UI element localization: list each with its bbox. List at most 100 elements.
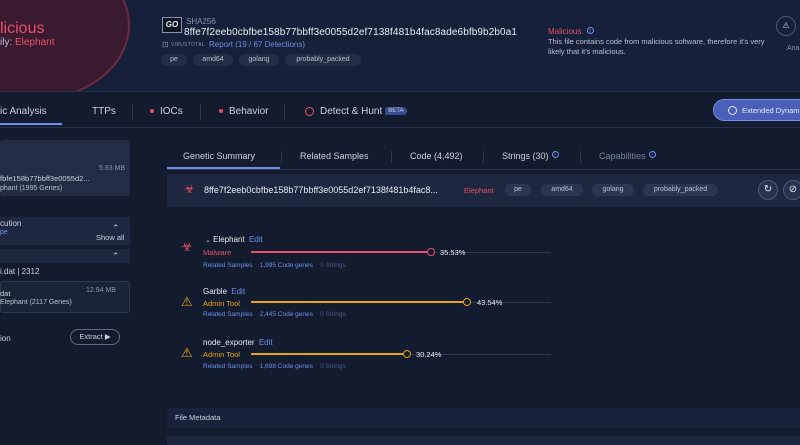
info-icon[interactable]: i [551,151,559,158]
virustotal-label: VIRUSTOTAL [171,42,205,48]
code-genes-link[interactable]: 1,698 Code genes [260,363,313,370]
sha256-value[interactable]: 8ffe7f2eeb0cbfbe158b77bbff3e0055d2ef7138… [184,27,517,38]
refresh-icon[interactable]: ↻ [758,180,778,200]
gene-edit-link[interactable]: Edit [259,338,273,347]
gene-type: Malware [203,248,232,257]
dat-file-row[interactable]: i.dat | 2312 [0,267,39,276]
sample-family: Elephant [464,186,494,195]
virustotal-report-link[interactable]: Report (19 / 67 Detections) [209,40,305,49]
subtab-divider [483,151,484,163]
execution-label: cution [0,219,22,228]
header-tag-probably-packed[interactable]: probably_packed [285,54,361,66]
dat-file-genes: Elephant (2117 Genes) [0,299,72,306]
tab-detect-hunt[interactable]: Detect & Hunt BETA [305,106,408,117]
header-tag-amd64[interactable]: amd64 [193,54,233,66]
info-icon[interactable]: i [648,151,656,158]
extract-button-label: Extract [79,332,103,341]
active-tab-indicator [0,123,62,125]
family-name: Elephant [15,37,55,48]
target-icon [305,106,314,116]
warning-icon: ⚠ [181,345,193,360]
gene-meta: Related Samples 2,445 Code genes 0 Strin… [203,311,346,318]
subtab-strings-label: Strings (30) [502,151,549,161]
related-samples-link[interactable]: Related Samples [203,311,253,318]
chevron-down-icon[interactable]: ⌄ [205,237,211,244]
show-all-link[interactable]: Show all [96,233,124,242]
sample-tag-pe[interactable]: pe [505,184,531,196]
analysis-warning-icon[interactable]: ⚠ [776,16,796,36]
gene-fill [251,301,464,303]
root-file-genes: phant (1995 Genes) [0,185,63,192]
tab-iocs-label: IOCs [160,106,183,117]
file-metadata-section[interactable] [167,408,800,428]
tab-detect-label: Detect & Hunt [320,106,383,117]
malicious-description: This file contains code from malicious s… [548,37,765,56]
gene-type: Admin Tool [203,350,240,359]
sample-tag-golang[interactable]: golang [592,184,634,196]
dropped-files-group[interactable] [0,249,130,263]
gene-name-row: ⌄ Elephant Edit [205,235,263,244]
gene-knob[interactable] [403,350,411,358]
gene-meta: Related Samples 1,698 Code genes 0 Strin… [203,363,346,370]
analysis-action-label[interactable]: Ana [787,45,799,52]
golang-logo-icon: GO [162,17,182,33]
gene-name: node_exporter [203,338,255,347]
strings-link[interactable]: 0 Strings [320,311,346,318]
gene-knob[interactable] [463,298,471,306]
extract-button[interactable]: Extract ▶ [70,329,120,345]
related-samples-link[interactable]: Related Samples [203,363,253,370]
block-icon[interactable]: ⊘ [783,180,800,200]
verdict-title: licious [0,20,45,37]
gene-name-row: node_exporter Edit [203,338,273,347]
header-tag-golang[interactable]: golang [239,54,279,66]
tab-behavior[interactable]: Behavior [219,106,268,117]
tab-behavior-label: Behavior [229,106,269,117]
sample-hash[interactable]: 8ffe7f2eeb0cbfbe158b77bbff3e0055d2ef7138… [204,185,438,195]
header-tag-pe[interactable]: pe [161,54,187,66]
gene-meta: Related Samples 1,995 Code genes 0 Strin… [203,262,346,269]
gene-edit-link[interactable]: Edit [231,287,245,296]
bug-icon: ☣ [184,182,195,196]
dat-file-card[interactable] [0,281,130,313]
strings-link[interactable]: 0 Strings [320,262,346,269]
behavior-alert-dot [219,109,223,114]
subtabs-divider [167,169,800,170]
metadata-row [167,436,800,445]
bug-icon: ☣ [181,239,193,254]
gene-knob[interactable] [427,248,435,256]
subtab-genetic-summary[interactable]: Genetic Summary [183,151,255,161]
subtab-strings[interactable]: Strings (30) i [502,151,559,161]
strings-link[interactable]: 0 Strings [320,363,346,370]
root-file-size: 5.83 MB [99,165,126,172]
gene-fill [251,251,427,253]
subtab-divider [580,151,581,163]
subtab-code[interactable]: Code (4,492) [410,151,463,161]
file-metadata-title: File Metadata [175,413,221,422]
root-file-name: fbfe158b77bbff3e0055d2... [0,174,90,183]
family-prefix: ily: [0,37,13,48]
subtab-related-samples[interactable]: Related Samples [300,151,369,161]
gene-name: Elephant [213,235,245,244]
tab-iocs[interactable]: IOCs [150,106,183,117]
code-genes-link[interactable]: 2,445 Code genes [260,311,313,318]
subtab-capabilities[interactable]: Capabilities i [599,151,656,161]
extraction-label: ion [0,334,11,343]
sample-tag-probably-packed[interactable]: probably_packed [643,184,718,196]
info-icon[interactable]: i [586,27,594,34]
gene-pct: 30.24% [416,350,442,359]
tab-ttps[interactable]: TTPs [92,106,116,117]
code-genes-link[interactable]: 1,995 Code genes [260,262,313,269]
gene-pct: 35.53% [440,248,466,257]
chevron-up-icon[interactable]: ⌃ [112,251,120,262]
tab-genetic-analysis[interactable]: ic Analysis [0,106,47,117]
extended-dynamic-button[interactable]: Extended Dynam [713,99,800,121]
related-samples-link[interactable]: Related Samples [203,262,253,269]
dat-file-name: dat [0,289,11,298]
gene-fill [251,353,403,355]
gene-edit-link[interactable]: Edit [249,235,263,244]
sample-tag-amd64[interactable]: amd64 [541,184,583,196]
verdict-family: ily: Elephant [0,37,55,48]
tab-divider [284,104,285,120]
sha256-label: SHA256 [186,17,216,26]
dat-file-size: 12.94 MB [86,287,116,294]
